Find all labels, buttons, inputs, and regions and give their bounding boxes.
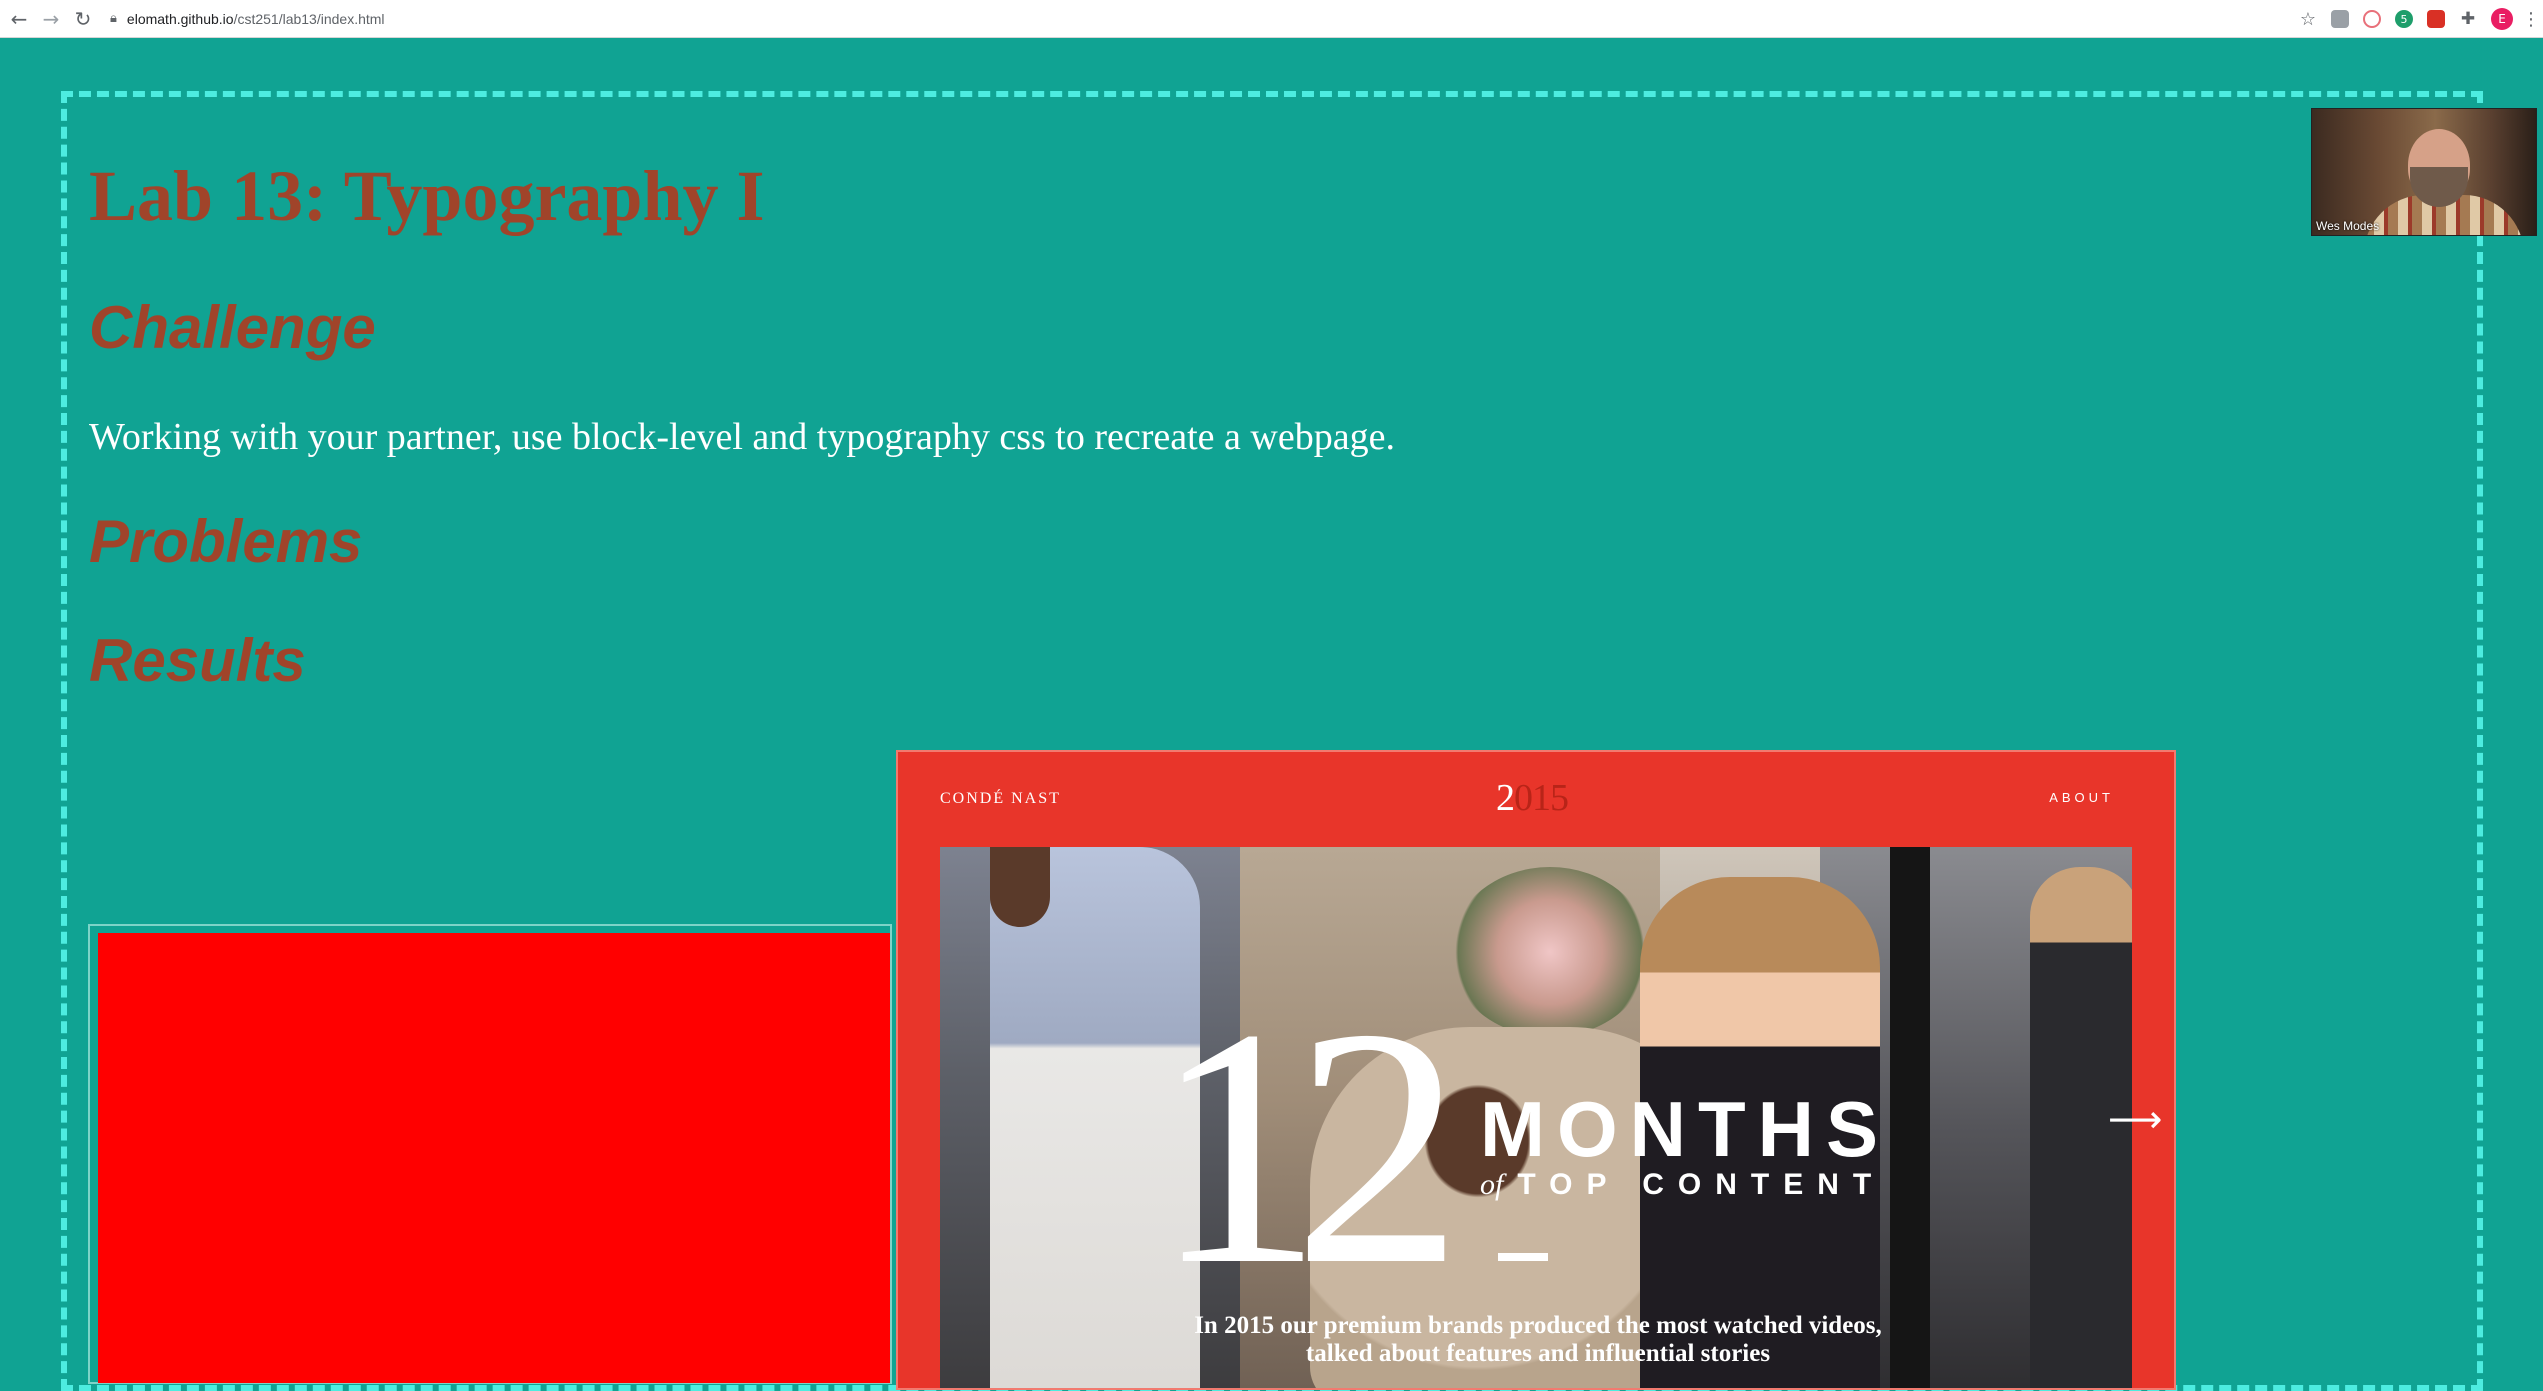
problems-heading: Problems bbox=[89, 508, 363, 575]
participant-name: Wes Modes bbox=[2316, 219, 2380, 233]
light-stand bbox=[1890, 847, 1930, 1388]
video-call-tile[interactable]: Wes Modes bbox=[2311, 108, 2537, 236]
extension-icon[interactable] bbox=[2363, 10, 2381, 28]
arrow-right-icon: ⟶ bbox=[2108, 1097, 2163, 1141]
results-heading: Results bbox=[89, 627, 306, 694]
top-content-heading: of TOP CONTENT bbox=[1480, 1168, 1886, 1201]
address-bar[interactable]: 🔒︎ elomath.github.io/cst251/lab13/index.… bbox=[110, 11, 385, 27]
puzzle-icon[interactable]: ✚ bbox=[2459, 9, 2477, 29]
back-icon[interactable]: ← bbox=[6, 6, 32, 32]
red-box bbox=[98, 933, 890, 1383]
divider bbox=[1498, 1253, 1548, 1261]
profile-avatar[interactable]: E bbox=[2491, 8, 2513, 30]
reference-image: CONDÉ NAST 2015 ABOUT 12 MONTHS of TOP CO… bbox=[896, 750, 2176, 1390]
extension-badge-icon[interactable]: 5 bbox=[2395, 10, 2413, 28]
extension-icon[interactable] bbox=[2427, 10, 2445, 28]
tagline: In 2015 our premium brands produced the … bbox=[1194, 1312, 1882, 1367]
browser-toolbar: ← → ↻ 🔒︎ elomath.github.io/cst251/lab13/… bbox=[0, 0, 2543, 38]
challenge-text: Working with your partner, use block-lev… bbox=[89, 416, 1395, 458]
menu-icon[interactable]: ⋮ bbox=[2522, 9, 2540, 30]
forward-icon[interactable]: → bbox=[38, 6, 64, 32]
star-icon[interactable]: ☆ bbox=[2299, 9, 2317, 30]
lock-icon[interactable]: 🔒︎ bbox=[110, 11, 117, 26]
year-label: 2015 bbox=[1496, 777, 1569, 819]
big-number: 12 bbox=[1153, 958, 1463, 1335]
months-heading: MONTHS bbox=[1480, 1085, 1890, 1173]
about-link: ABOUT bbox=[2049, 790, 2114, 805]
reload-icon[interactable]: ↻ bbox=[70, 6, 96, 32]
flowers bbox=[1450, 867, 1650, 1037]
extension-icon[interactable] bbox=[2331, 10, 2349, 28]
conde-nast-logo: CONDÉ NAST bbox=[940, 790, 1061, 807]
challenge-heading: Challenge bbox=[89, 294, 376, 361]
page-title: Lab 13: Typography I bbox=[89, 156, 765, 236]
url-text[interactable]: elomath.github.io/cst251/lab13/index.htm… bbox=[127, 11, 385, 27]
